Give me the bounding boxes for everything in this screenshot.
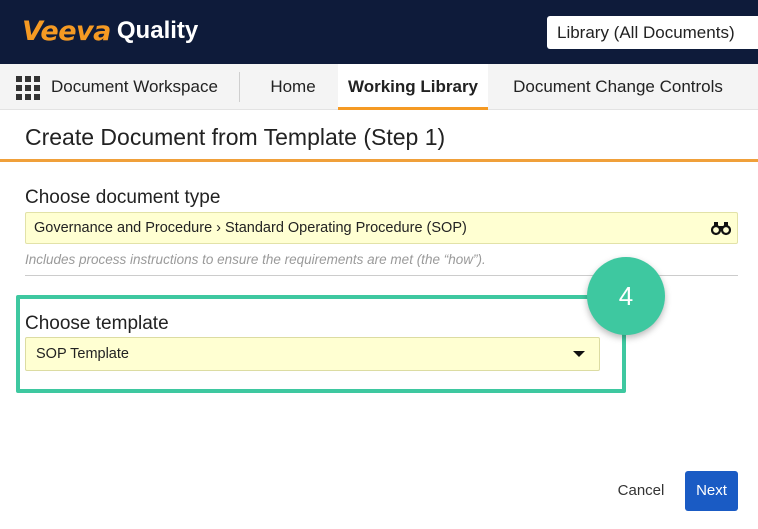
document-type-helper: Includes process instructions to ensure … — [25, 252, 486, 267]
page-title: Create Document from Template (Step 1) — [25, 124, 446, 150]
template-value: SOP Template — [36, 346, 129, 362]
library-selector[interactable]: Library (All Documents) — [547, 16, 758, 49]
document-type-value: Governance and Procedure › Standard Oper… — [34, 220, 467, 236]
grid-icon[interactable] — [16, 76, 40, 100]
tab-home[interactable]: Home — [258, 64, 328, 110]
next-button[interactable]: Next — [685, 471, 738, 511]
binoculars-icon[interactable] — [711, 220, 731, 236]
nav-bar: Document Workspace Home Working Library … — [0, 64, 758, 110]
caret-down-icon[interactable] — [573, 351, 585, 357]
logo-brand: Veeva — [22, 15, 111, 47]
workspace-label[interactable]: Document Workspace — [51, 64, 218, 110]
cancel-button[interactable]: Cancel — [606, 471, 676, 511]
tab-document-change-controls[interactable]: Document Change Controls — [498, 64, 738, 110]
template-label: Choose template — [25, 313, 169, 334]
template-select[interactable]: SOP Template — [25, 337, 600, 371]
app-logo[interactable]: Veeva Quality — [22, 14, 198, 48]
step-badge: 4 — [587, 257, 665, 335]
top-header: Veeva Quality Library (All Documents) — [0, 0, 758, 64]
document-type-label: Choose document type — [25, 187, 221, 208]
logo-product: Quality — [116, 17, 199, 44]
nav-divider — [239, 72, 240, 102]
tab-working-library[interactable]: Working Library — [338, 64, 488, 110]
document-type-field[interactable]: Governance and Procedure › Standard Oper… — [25, 212, 738, 244]
title-divider — [0, 159, 758, 162]
